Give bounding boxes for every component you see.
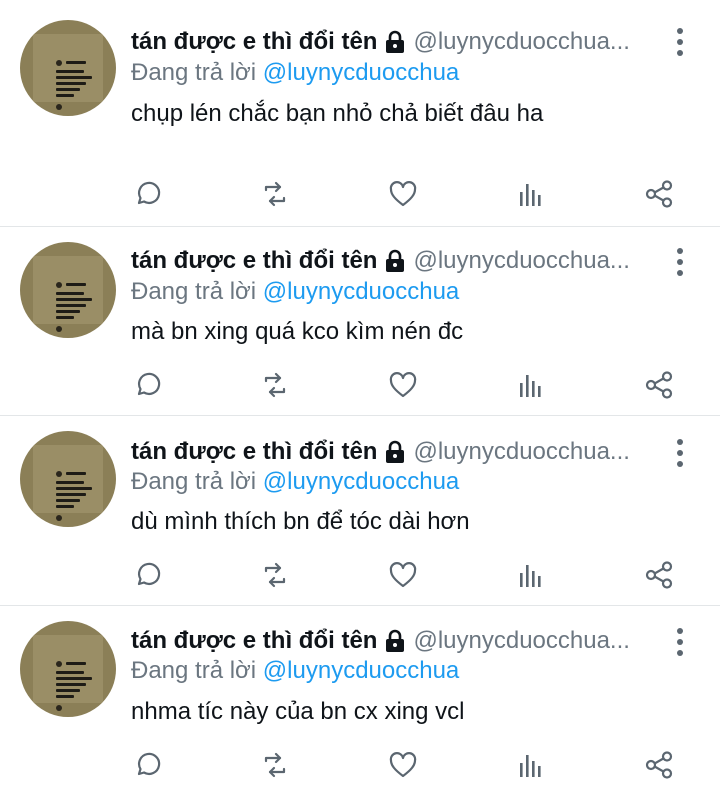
replying-to: Đang trả lời @luynycduocchua [131, 58, 459, 88]
more-vertical-icon[interactable] [670, 628, 690, 656]
views-icon[interactable] [515, 559, 547, 591]
display-name[interactable]: tán được e thì đổi tên [131, 437, 377, 467]
share-icon[interactable] [643, 369, 675, 401]
avatar[interactable] [20, 621, 116, 717]
reply-prefix: Đang trả lời [131, 657, 257, 684]
display-name[interactable]: tán được e thì đổi tên [131, 626, 377, 656]
more-vertical-icon[interactable] [670, 439, 690, 467]
handle[interactable]: @luynycduocchua... [413, 27, 629, 57]
display-name[interactable]: tán được e thì đổi tên [131, 246, 377, 276]
tweet-text: chụp lén chắc bạn nhỏ chả biết đâu ha [131, 100, 544, 127]
tweet[interactable]: tán được e thì đổi tên @luynycduocchua..… [0, 0, 720, 227]
reply-icon[interactable] [131, 369, 163, 401]
replying-to: Đang trả lời @luynycduocchua [131, 656, 459, 686]
avatar[interactable] [20, 242, 116, 338]
retweet-icon[interactable] [259, 178, 291, 210]
tweet[interactable]: tán được e thì đổi tên @luynycduocchua..… [0, 415, 720, 606]
heart-icon[interactable] [387, 369, 419, 401]
retweet-icon[interactable] [259, 559, 291, 591]
lock-icon [386, 249, 405, 272]
lock-icon [386, 440, 405, 463]
reply-prefix: Đang trả lời [131, 59, 257, 86]
display-name[interactable]: tán được e thì đổi tên [131, 27, 377, 57]
handle[interactable]: @luynycduocchua... [413, 626, 629, 656]
share-icon[interactable] [643, 749, 675, 781]
reply-mention-link[interactable]: @luynycduocchua [263, 278, 459, 305]
avatar[interactable] [20, 20, 116, 116]
reply-icon[interactable] [131, 178, 163, 210]
more-vertical-icon[interactable] [670, 28, 690, 56]
retweet-icon[interactable] [259, 749, 291, 781]
action-bar [0, 178, 720, 218]
avatar[interactable] [20, 431, 116, 527]
lock-icon [386, 30, 405, 53]
tweet-text: nhma tíc này của bn cx xing vcl [131, 698, 465, 725]
replying-to: Đang trả lời @luynycduocchua [131, 277, 459, 307]
action-bar [0, 369, 720, 409]
heart-icon[interactable] [387, 559, 419, 591]
replying-to: Đang trả lời @luynycduocchua [131, 467, 459, 497]
retweet-icon[interactable] [259, 369, 291, 401]
reply-prefix: Đang trả lời [131, 468, 257, 495]
reply-mention-link[interactable]: @luynycduocchua [263, 468, 459, 495]
share-icon[interactable] [643, 178, 675, 210]
action-bar [0, 559, 720, 599]
views-icon[interactable] [515, 178, 547, 210]
reply-mention-link[interactable]: @luynycduocchua [263, 657, 459, 684]
reply-icon[interactable] [131, 559, 163, 591]
views-icon[interactable] [515, 749, 547, 781]
share-icon[interactable] [643, 559, 675, 591]
tweet[interactable]: tán được e thì đổi tên @luynycduocchua..… [0, 605, 720, 790]
tweet-text: dù mình thích bn để tóc dài hơn [131, 508, 470, 535]
lock-icon [386, 629, 405, 652]
handle[interactable]: @luynycduocchua... [413, 246, 629, 276]
heart-icon[interactable] [387, 178, 419, 210]
tweet[interactable]: tán được e thì đổi tên @luynycduocchua..… [0, 226, 720, 416]
tweet-text: mà bn xing quá kco kìm nén đc [131, 318, 464, 345]
more-vertical-icon[interactable] [670, 248, 690, 276]
handle[interactable]: @luynycduocchua... [413, 437, 629, 467]
reply-mention-link[interactable]: @luynycduocchua [263, 59, 459, 86]
views-icon[interactable] [515, 369, 547, 401]
heart-icon[interactable] [387, 749, 419, 781]
action-bar [0, 749, 720, 789]
reply-icon[interactable] [131, 749, 163, 781]
reply-prefix: Đang trả lời [131, 278, 257, 305]
